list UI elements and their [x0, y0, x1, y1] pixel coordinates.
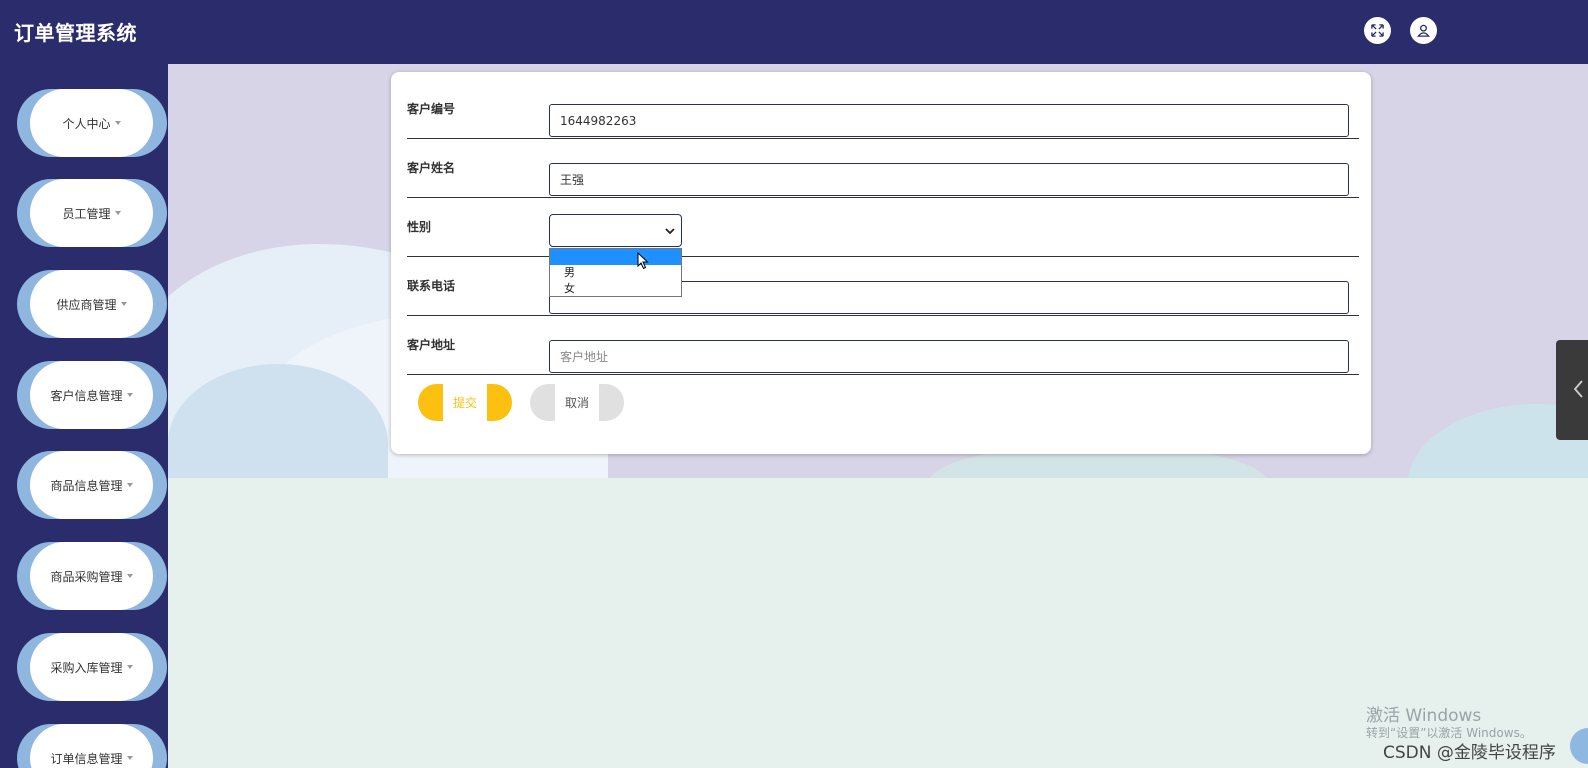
sidebar-item-pill: 客户信息管理 — [30, 361, 153, 429]
field-label: 客户编号 — [407, 102, 456, 116]
caret-down-icon — [126, 393, 133, 397]
chevron-down-icon — [665, 228, 675, 235]
field-label: 客户姓名 — [407, 161, 456, 175]
csdn-watermark: CSDN @金陵毕设程序 — [1383, 743, 1556, 763]
sidebar-item-label: 商品信息管理 — [50, 478, 123, 493]
gender-option-female[interactable]: 女 — [550, 281, 681, 297]
windows-activation-title: 激活 Windows — [1366, 706, 1482, 726]
sidebar-item-label: 员工管理 — [62, 206, 111, 221]
gender-dropdown-list: 男 女 — [549, 248, 682, 297]
sidebar-item-order[interactable]: 订单信息管理 — [17, 724, 167, 768]
fullscreen-icon — [1371, 24, 1384, 37]
customer-id-input[interactable] — [549, 104, 1349, 137]
submit-button[interactable]: 提交 — [418, 384, 512, 421]
app-title: 订单管理系统 — [14, 21, 137, 45]
customer-name-input[interactable] — [549, 163, 1349, 196]
cancel-button-label: 取消 — [555, 384, 599, 421]
sidebar: 个人中心 员工管理 供应商管理 客户信息管理 商品信息管理 商品采购管理 采购入… — [0, 64, 168, 768]
fullscreen-button[interactable] — [1364, 17, 1391, 44]
field-label: 联系电话 — [407, 279, 456, 293]
gender-option-male[interactable]: 男 — [550, 265, 681, 281]
sidebar-item-pill: 供应商管理 — [30, 270, 153, 338]
sidebar-item-pill: 个人中心 — [30, 89, 153, 157]
user-button[interactable] — [1410, 17, 1437, 44]
sidebar-item-pill: 商品信息管理 — [30, 451, 153, 519]
caret-down-icon — [120, 302, 127, 306]
submit-button-label: 提交 — [443, 384, 487, 421]
caret-down-icon — [126, 756, 133, 760]
sidebar-item-label: 采购入库管理 — [50, 660, 123, 675]
caret-down-icon — [114, 121, 121, 125]
sidebar-item-label: 供应商管理 — [56, 297, 117, 312]
caret-down-icon — [126, 483, 133, 487]
form-row-address: 客户地址 — [407, 316, 1359, 375]
sidebar-item-pill: 员工管理 — [30, 179, 153, 247]
top-header: 订单管理系统 — [0, 0, 1588, 64]
sidebar-item-purchase[interactable]: 商品采购管理 — [17, 542, 167, 610]
sidebar-item-label: 客户信息管理 — [50, 388, 123, 403]
gender-option-empty[interactable] — [550, 249, 681, 265]
sidebar-item-product[interactable]: 商品信息管理 — [17, 451, 167, 519]
field-label: 性别 — [407, 220, 432, 234]
cancel-button[interactable]: 取消 — [530, 384, 624, 421]
sidebar-item-stock-in[interactable]: 采购入库管理 — [17, 633, 167, 701]
sidebar-item-pill: 采购入库管理 — [30, 633, 153, 701]
caret-down-icon — [126, 574, 133, 578]
floating-bubble[interactable] — [1570, 728, 1588, 764]
sidebar-item-label: 个人中心 — [62, 116, 111, 131]
gender-select[interactable] — [549, 214, 682, 247]
sidebar-item-label: 订单信息管理 — [50, 751, 123, 766]
chevron-left-icon — [1574, 380, 1583, 398]
address-input[interactable] — [549, 340, 1349, 373]
sidebar-item-label: 商品采购管理 — [50, 569, 123, 584]
form-row-customer-name: 客户姓名 — [407, 139, 1359, 198]
user-icon — [1416, 24, 1431, 37]
form-row-customer-id: 客户编号 — [407, 80, 1359, 139]
sidebar-item-pill: 订单信息管理 — [30, 724, 153, 768]
mouse-cursor-icon — [637, 252, 649, 270]
caret-down-icon — [114, 211, 121, 215]
field-label: 客户地址 — [407, 338, 456, 352]
sidebar-item-personal-center[interactable]: 个人中心 — [17, 89, 167, 157]
sidebar-item-pill: 商品采购管理 — [30, 542, 153, 610]
sidebar-item-supplier[interactable]: 供应商管理 — [17, 270, 167, 338]
caret-down-icon — [126, 665, 133, 669]
sidebar-item-customer[interactable]: 客户信息管理 — [17, 361, 167, 429]
side-collapse-tab[interactable] — [1556, 340, 1588, 440]
sidebar-item-staff[interactable]: 员工管理 — [17, 179, 167, 247]
